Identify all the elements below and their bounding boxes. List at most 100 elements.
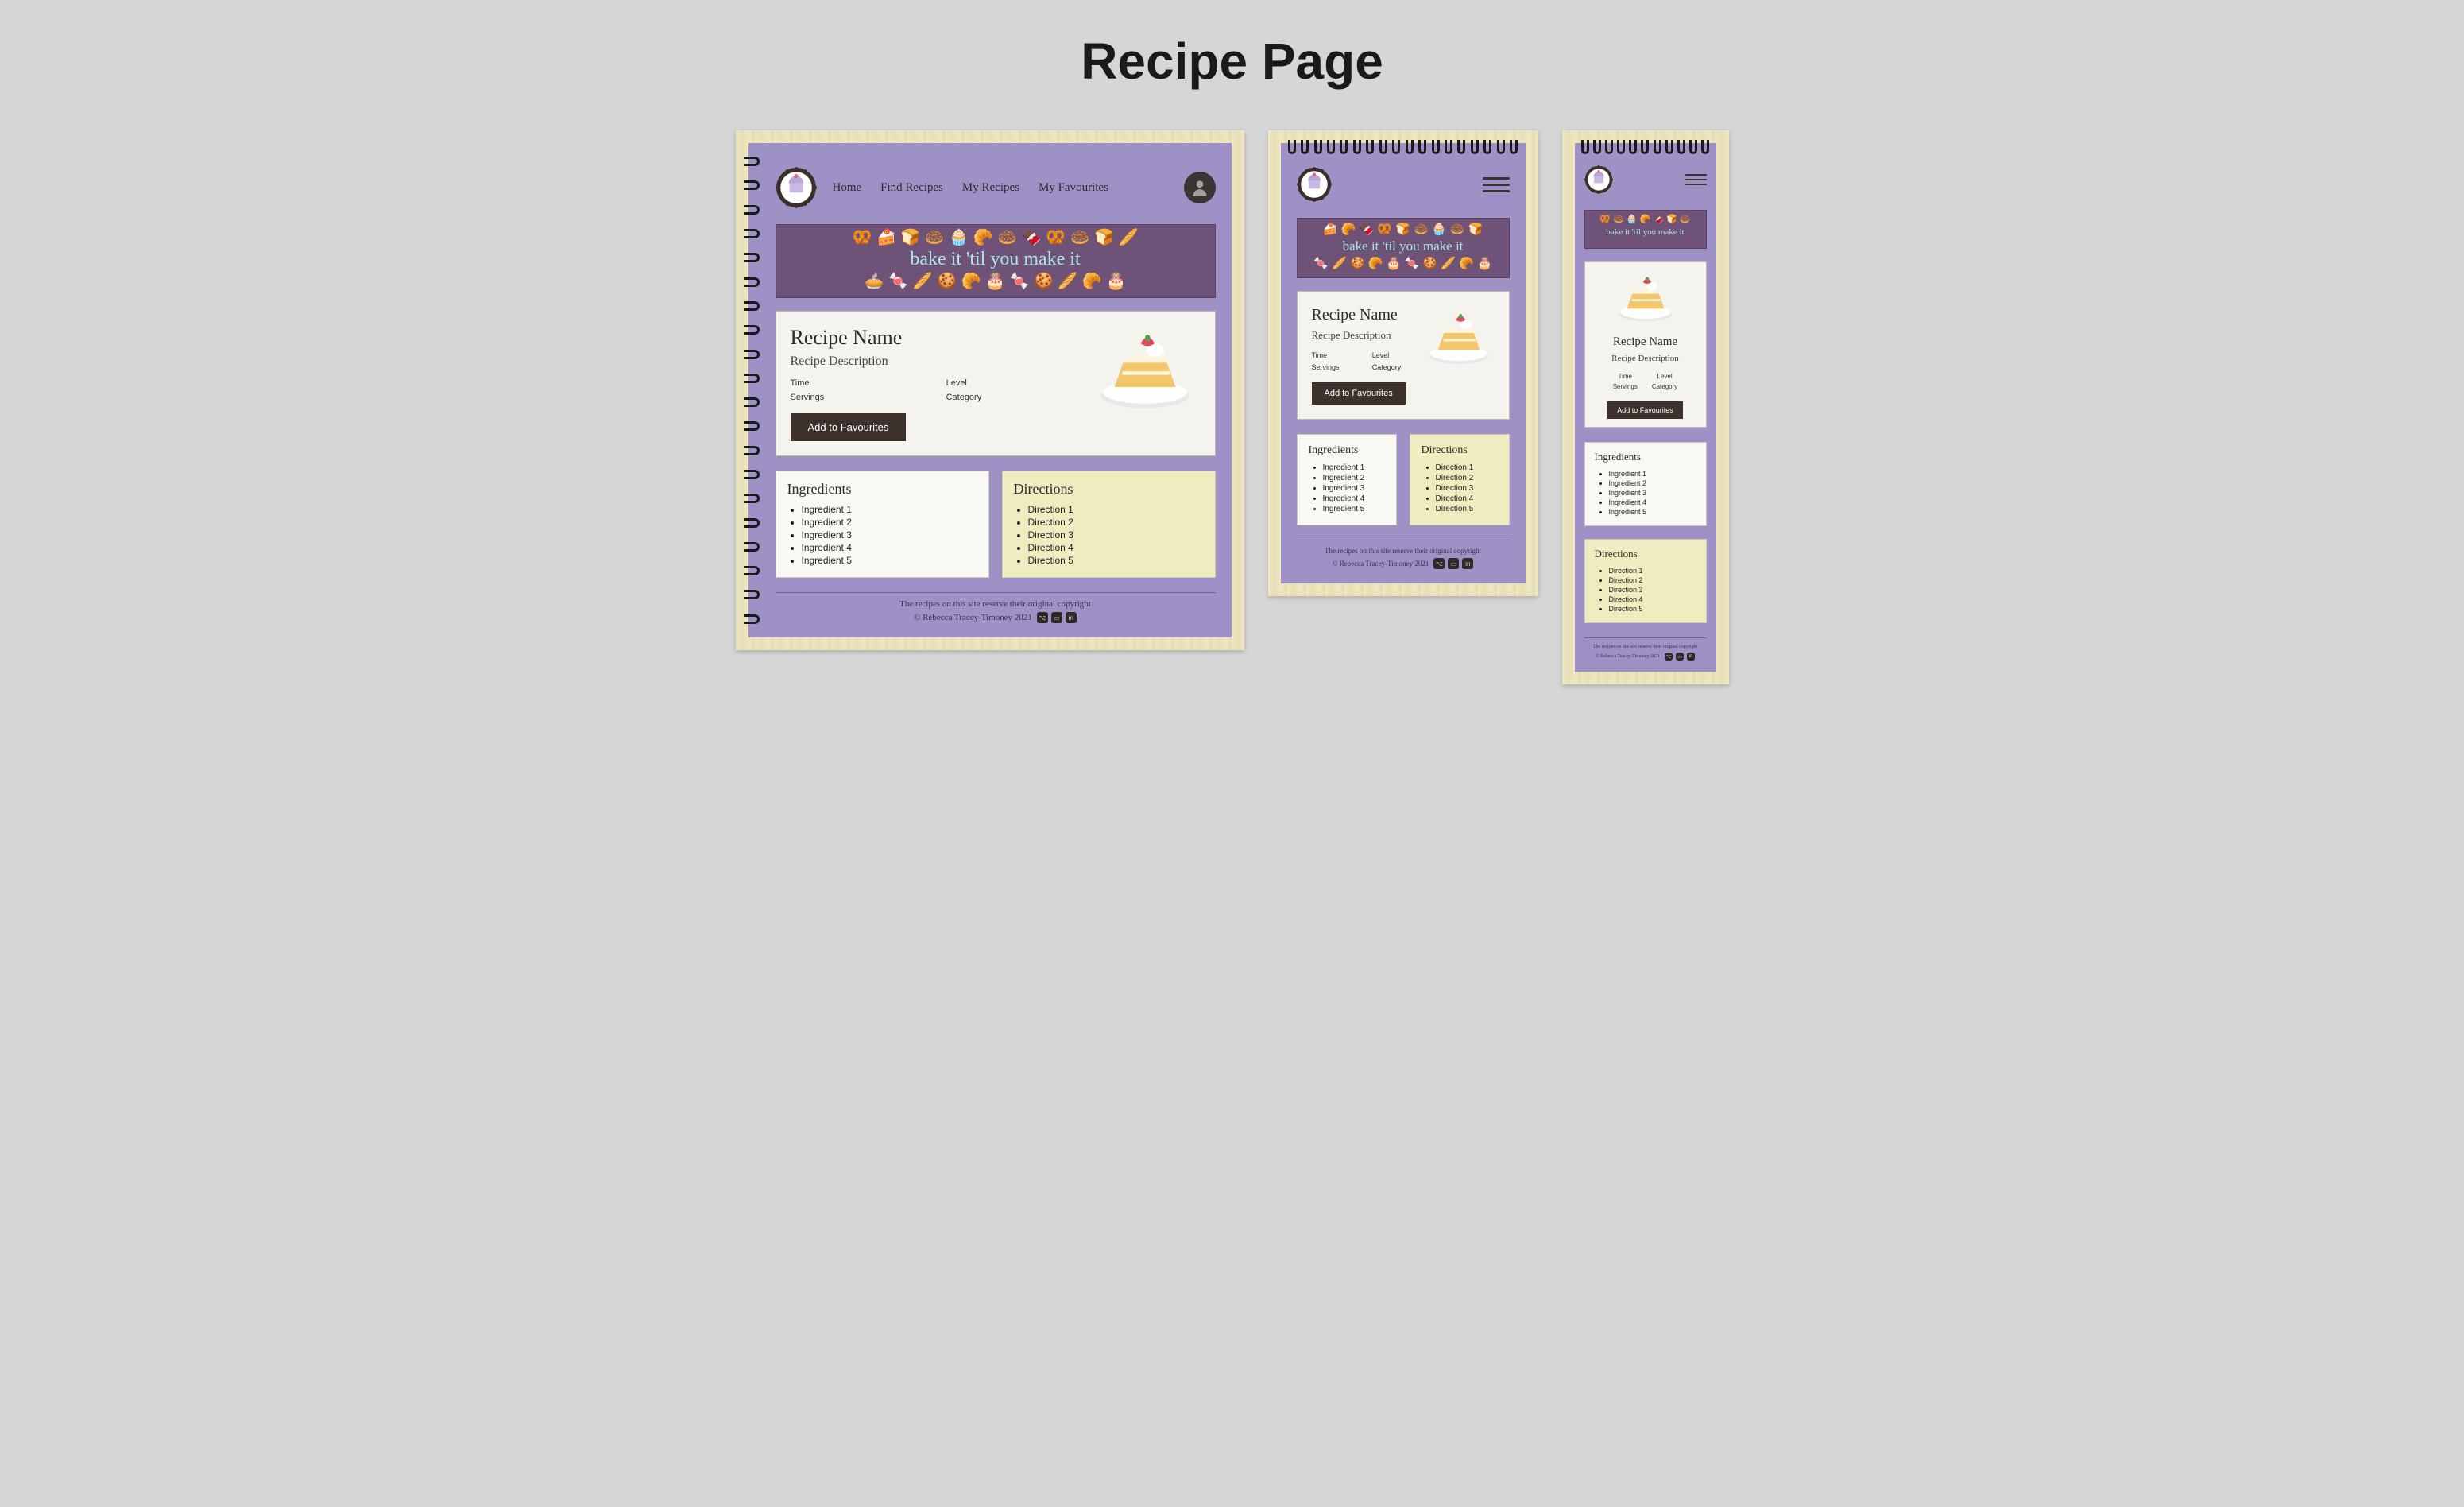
ingredients-heading: Ingredients (1595, 451, 1696, 463)
list-item: Ingredient 2 (1609, 479, 1696, 487)
recipe-card: Recipe Name Recipe Description Time Leve… (776, 311, 1216, 456)
site-logo[interactable] (1584, 165, 1613, 194)
banner: 🥨 🍩 🧁 🥐 🍫 🍞 🍩 bake it 'til you make it (1584, 210, 1707, 249)
header (1297, 167, 1510, 210)
add-to-favourites-button[interactable]: Add to Favourites (1312, 382, 1406, 405)
directions-heading: Directions (1422, 444, 1498, 457)
sweets-row-top: 🥨 🍰 🍞 🍩 🧁 🥐 🍩 🍫 🥨 🍩 🍞 🥖 (779, 230, 1212, 246)
list-item: Direction 4 (1436, 494, 1498, 503)
recipe-name: Recipe Name (1312, 306, 1417, 324)
list-item: Ingredient 4 (1323, 494, 1385, 503)
footer-credit: © Rebecca Tracey-Timoney 2021 (1333, 560, 1429, 568)
linkedin-icon[interactable]: in (1066, 612, 1077, 623)
banner-tagline: bake it 'til you make it (1301, 238, 1506, 254)
meta-category: Category (1372, 363, 1417, 371)
responsive-mockups: Home Find Recipes My Recipes My Favourit… (16, 130, 2448, 684)
recipe-image (1614, 270, 1677, 326)
linkedin-icon[interactable]: in (1687, 653, 1695, 661)
user-avatar[interactable] (1184, 172, 1216, 203)
list-item: Ingredient 1 (1323, 463, 1385, 472)
ingredients-list: Ingredient 1 Ingredient 2 Ingredient 3 I… (1595, 470, 1696, 516)
nav-find-recipes[interactable]: Find Recipes (880, 181, 943, 195)
github-icon[interactable]: ⌥ (1665, 653, 1673, 661)
directions-heading: Directions (1014, 481, 1204, 498)
sweets-row-top: 🍰 🥐 🍫 🥨 🍞 🍩 🧁 🍩 🍞 (1301, 223, 1506, 235)
nav-my-favourites[interactable]: My Favourites (1039, 181, 1108, 195)
directions-panel: Directions Direction 1 Direction 2 Direc… (1584, 539, 1707, 623)
directions-panel: Directions Direction 1 Direction 2 Direc… (1002, 471, 1216, 578)
spiral-binding (1281, 140, 1526, 156)
mobile-mockup: 🥨 🍩 🧁 🥐 🍫 🍞 🍩 bake it 'til you make it R… (1562, 130, 1729, 684)
list-item: Direction 1 (1609, 567, 1696, 575)
recipe-meta: Time Level Servings Category (791, 378, 1080, 402)
footer-copyright: The recipes on this site reserve their o… (1584, 645, 1707, 649)
main-nav: Home Find Recipes My Recipes My Favourit… (833, 181, 1108, 195)
footer-rule (776, 592, 1216, 593)
meta-time: Time (1312, 351, 1355, 359)
directions-list: Direction 1 Direction 2 Direction 3 Dire… (1014, 504, 1204, 566)
chat-icon[interactable]: ▭ (1448, 558, 1459, 569)
page-title: Recipe Page (16, 32, 2448, 91)
list-item: Ingredient 1 (802, 504, 977, 515)
meta-level: Level (1652, 373, 1677, 380)
footer-credit: © Rebecca Tracey-Timoney 2021 (1596, 654, 1660, 659)
recipe-card: Recipe Name Recipe Description Time Leve… (1297, 291, 1510, 420)
list-item: Ingredient 1 (1609, 470, 1696, 478)
recipe-image (1423, 306, 1495, 370)
tablet-mockup: 🍰 🥐 🍫 🥨 🍞 🍩 🧁 🍩 🍞 bake it 'til you make … (1268, 130, 1538, 596)
directions-panel: Directions Direction 1 Direction 2 Direc… (1410, 434, 1510, 525)
github-icon[interactable]: ⌥ (1433, 558, 1445, 569)
list-item: Direction 3 (1609, 586, 1696, 594)
list-item: Direction 4 (1028, 542, 1204, 553)
recipe-description: Recipe Description (1312, 329, 1417, 342)
site-logo[interactable] (776, 167, 817, 208)
list-item: Ingredient 4 (802, 542, 977, 553)
github-icon[interactable]: ⌥ (1037, 612, 1048, 623)
ingredients-list: Ingredient 1 Ingredient 2 Ingredient 3 I… (1309, 463, 1385, 513)
ingredients-panel: Ingredients Ingredient 1 Ingredient 2 In… (1584, 442, 1707, 526)
footer: The recipes on this site reserve their o… (1584, 645, 1707, 661)
footer-credit: © Rebecca Tracey-Timoney 2021 (914, 613, 1032, 622)
list-item: Ingredient 4 (1609, 498, 1696, 506)
list-item: Ingredient 5 (802, 555, 977, 566)
hamburger-menu-icon[interactable] (1685, 171, 1707, 188)
list-item: Ingredient 3 (1609, 489, 1696, 497)
nav-home[interactable]: Home (833, 181, 862, 195)
meta-servings: Servings (1613, 383, 1638, 390)
linkedin-icon[interactable]: in (1462, 558, 1473, 569)
add-to-favourites-button[interactable]: Add to Favourites (1607, 401, 1683, 419)
ingredients-heading: Ingredients (1309, 444, 1385, 457)
chat-icon[interactable]: ▭ (1676, 653, 1684, 661)
hamburger-menu-icon[interactable] (1483, 173, 1510, 196)
list-item: Direction 1 (1436, 463, 1498, 472)
recipe-description: Recipe Description (1607, 354, 1683, 363)
site-logo[interactable] (1297, 167, 1332, 202)
banner: 🥨 🍰 🍞 🍩 🧁 🥐 🍩 🍫 🥨 🍩 🍞 🥖 bake it 'til you… (776, 224, 1216, 298)
ingredients-list: Ingredient 1 Ingredient 2 Ingredient 3 I… (787, 504, 977, 566)
list-item: Direction 3 (1436, 484, 1498, 493)
chat-icon[interactable]: ▭ (1051, 612, 1062, 623)
footer: The recipes on this site reserve their o… (1297, 547, 1510, 569)
list-item: Ingredient 3 (802, 529, 977, 540)
list-item: Direction 5 (1609, 605, 1696, 613)
banner-tagline: bake it 'til you make it (1588, 227, 1703, 237)
meta-category: Category (946, 393, 1080, 402)
header (1584, 165, 1707, 202)
footer-copyright: The recipes on this site reserve their o… (776, 599, 1216, 609)
footer-rule (1584, 637, 1707, 638)
list-item: Direction 1 (1028, 504, 1204, 515)
meta-category: Category (1652, 383, 1677, 390)
list-item: Direction 3 (1028, 529, 1204, 540)
list-item: Direction 2 (1436, 474, 1498, 482)
list-item: Direction 5 (1436, 505, 1498, 513)
sweets-row-bottom: 🥧 🍬 🥖 🍪 🥐 🎂 🍬 🍪 🥖 🥐 🎂 (779, 273, 1212, 289)
nav-my-recipes[interactable]: My Recipes (962, 181, 1019, 195)
sweets-row-bottom: 🍬 🥖 🍪 🥐 🎂 🍬 🍪 🥖 🥐 🎂 (1301, 258, 1506, 269)
directions-list: Direction 1 Direction 2 Direction 3 Dire… (1595, 567, 1696, 613)
add-to-favourites-button[interactable]: Add to Favourites (791, 413, 907, 441)
recipe-name: Recipe Name (791, 326, 1080, 350)
recipe-card: Recipe Name Recipe Description Time Leve… (1584, 261, 1707, 428)
banner: 🍰 🥐 🍫 🥨 🍞 🍩 🧁 🍩 🍞 bake it 'til you make … (1297, 218, 1510, 278)
header: Home Find Recipes My Recipes My Favourit… (776, 167, 1216, 216)
meta-servings: Servings (1312, 363, 1355, 371)
